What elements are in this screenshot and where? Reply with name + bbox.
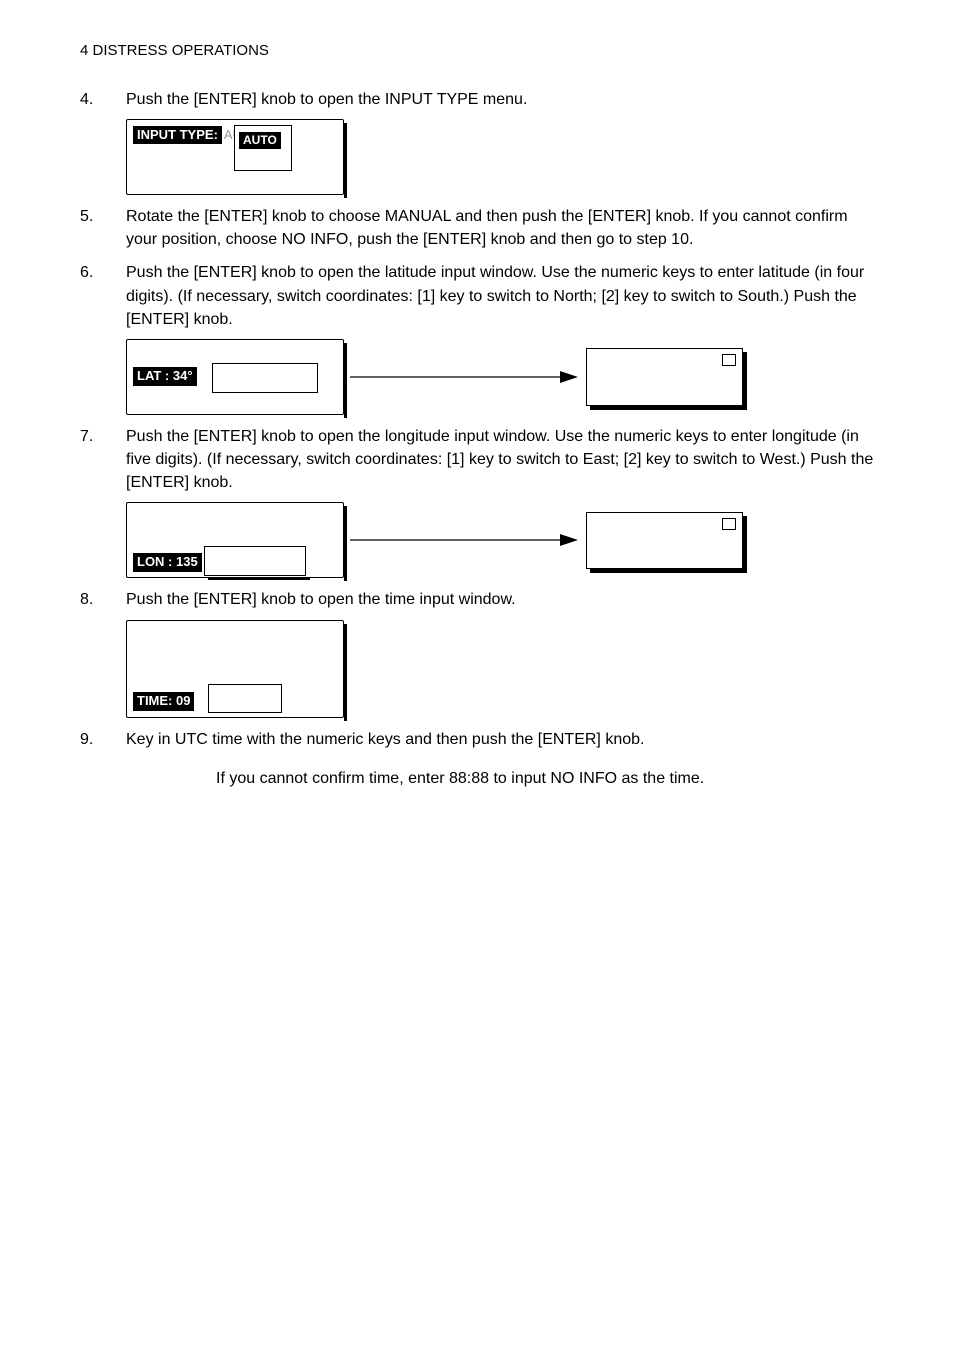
step-text: Key in UTC time with the numeric keys an… bbox=[126, 728, 874, 751]
step-text: Rotate the [ENTER] knob to choose MANUAL… bbox=[126, 205, 874, 251]
lon-result-panel: INPUT TYPE: MANUAL LAT : 34°42.1234 NORT… bbox=[586, 512, 743, 570]
lat-label-highlight: LAT : 34 bbox=[133, 367, 197, 386]
result-dim1: INPUT TYPE: MANUAL bbox=[593, 353, 736, 369]
step-7: 7. Push the [ENTER] knob to open the lon… bbox=[80, 425, 874, 579]
arrow-right-icon bbox=[350, 520, 580, 560]
step-number: 5. bbox=[80, 205, 110, 228]
page-header: 4 DISTRESS OPERATIONS bbox=[80, 40, 874, 62]
step-9: 9. Key in UTC time with the numeric keys… bbox=[80, 728, 874, 790]
result-dim1: INPUT TYPE: MANUAL bbox=[593, 517, 736, 533]
step-8: 8. Push the [ENTER] knob to open the tim… bbox=[80, 588, 874, 717]
lat-entry-panel: INPUT TYPE: MANUAL LAT : 34 42.1234 NORT… bbox=[126, 339, 344, 415]
popup-auto: AUTO bbox=[239, 132, 281, 149]
step-note: If you cannot confirm time, enter 88:88 … bbox=[216, 767, 874, 790]
step-number: 8. bbox=[80, 588, 110, 611]
step-text: Push the [ENTER] knob to open the latitu… bbox=[126, 261, 874, 331]
lon-entry-panel: INPUT TYPE: MANUAL LAT : 34°42.1234 NORT… bbox=[126, 502, 344, 578]
step-5: 5. Rotate the [ENTER] knob to choose MAN… bbox=[80, 205, 874, 251]
step-6: 6. Push the [ENTER] knob to open the lat… bbox=[80, 261, 874, 415]
cursor-box-icon bbox=[722, 518, 736, 530]
step-number: 4. bbox=[80, 88, 110, 111]
arrow-right-icon bbox=[350, 357, 580, 397]
input-type-panel: INPUT TYPE: AUTO LAT : 34°42.1234 NORTH … bbox=[126, 119, 344, 195]
step-number: 6. bbox=[80, 261, 110, 284]
lon-label-highlight: LON : 135 bbox=[133, 553, 202, 572]
cursor-box-icon bbox=[722, 354, 736, 366]
step-number: 9. bbox=[80, 728, 110, 751]
step-text: Push the [ENTER] knob to open the INPUT … bbox=[126, 88, 874, 111]
input-type-label: INPUT TYPE: bbox=[133, 126, 222, 145]
time-entry-panel: INPUT TYPE: MANUAL LAT : 34°42.1234 NORT… bbox=[126, 620, 344, 718]
step-4: 4. Push the [ENTER] knob to open the INP… bbox=[80, 88, 874, 195]
step-number: 7. bbox=[80, 425, 110, 448]
lat-result-panel: INPUT TYPE: MANUAL LAT : 34°42.1234ORTH … bbox=[586, 348, 743, 406]
step-text: Push the [ENTER] knob to open the time i… bbox=[126, 588, 874, 611]
step-text: Push the [ENTER] knob to open the longit… bbox=[126, 425, 874, 495]
time-label-highlight: TIME: 09 bbox=[133, 692, 194, 711]
